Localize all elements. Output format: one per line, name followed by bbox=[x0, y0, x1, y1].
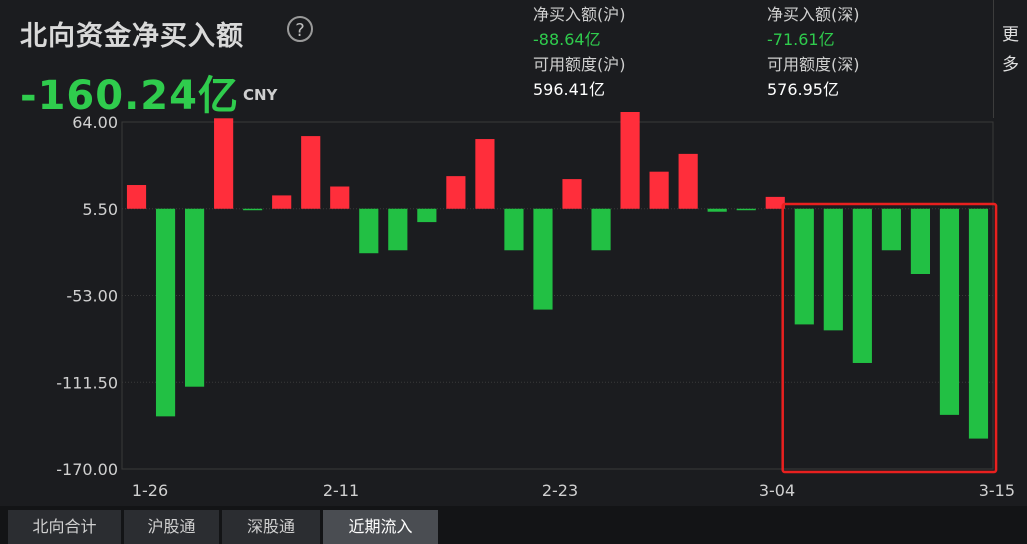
bar bbox=[910, 208, 930, 274]
bar bbox=[504, 208, 524, 251]
bar bbox=[301, 136, 321, 209]
bar bbox=[707, 208, 727, 212]
sz-net-label: 净买入额(深) bbox=[767, 5, 860, 24]
northbound-flow-chart: 64.00 5.50 -53.00 -111.50 -170.00 1-26 2-11 2-2… bbox=[56, 112, 1015, 500]
tab-northbound-total[interactable]: 北向合计 bbox=[8, 510, 121, 544]
x-tick-label: 3-15 bbox=[979, 481, 1015, 500]
bar bbox=[591, 208, 611, 251]
y-tick-label: 64.00 bbox=[72, 113, 118, 132]
bar bbox=[214, 118, 234, 209]
bar bbox=[155, 208, 176, 417]
sz-net-value: -71.61亿 bbox=[767, 30, 835, 49]
tab-shanghai-connect[interactable]: 沪股通 bbox=[124, 510, 219, 544]
y-tick-label: 5.50 bbox=[82, 200, 118, 219]
tab-shenzhen-connect[interactable]: 深股通 bbox=[222, 510, 320, 544]
bar bbox=[330, 186, 350, 209]
sh-net-label: 净买入额(沪) bbox=[533, 5, 626, 24]
bar bbox=[272, 195, 292, 209]
x-tick-label: 2-23 bbox=[542, 481, 578, 500]
tab-recent-inflow[interactable]: 近期流入 bbox=[323, 510, 438, 544]
help-icon[interactable]: ? bbox=[287, 16, 313, 42]
header: 北向资金净买入额 ? -160.24亿 CNY 净买入额(沪) -88.64亿 … bbox=[0, 0, 1027, 119]
bar bbox=[939, 208, 960, 415]
x-tick-label: 1-26 bbox=[132, 481, 168, 500]
bar bbox=[881, 208, 901, 251]
shenzhen-metrics: 净买入额(深) -71.61亿 可用额度(深) 576.95亿 bbox=[767, 2, 860, 102]
bar bbox=[417, 208, 437, 223]
sz-quota-value: 576.95亿 bbox=[767, 80, 839, 99]
bar bbox=[533, 208, 553, 310]
sh-net-value: -88.64亿 bbox=[533, 30, 601, 49]
x-tick-label: 3-04 bbox=[759, 481, 795, 500]
shanghai-metrics: 净买入额(沪) -88.64亿 可用额度(沪) 596.41亿 bbox=[533, 2, 626, 102]
y-tick-label: -53.00 bbox=[66, 287, 118, 306]
y-tick-label: -170.00 bbox=[56, 460, 118, 479]
bar bbox=[446, 176, 466, 209]
bar bbox=[475, 139, 495, 209]
x-tick-label: 2-11 bbox=[323, 481, 359, 500]
page-title: 北向资金净买入额 bbox=[20, 21, 244, 52]
bar bbox=[823, 208, 843, 331]
sh-quota-label: 可用额度(沪) bbox=[533, 55, 626, 74]
sz-quota-label: 可用额度(深) bbox=[767, 55, 860, 74]
bar bbox=[620, 112, 640, 209]
bar bbox=[185, 208, 205, 387]
bar bbox=[388, 208, 408, 251]
bar bbox=[126, 185, 147, 209]
bar bbox=[736, 208, 756, 211]
more-button[interactable]: 更 多 bbox=[993, 0, 1027, 118]
bar bbox=[243, 208, 263, 211]
bar bbox=[649, 171, 669, 209]
y-tick-label: -111.50 bbox=[56, 373, 118, 392]
bar bbox=[968, 208, 989, 439]
bar bbox=[359, 208, 379, 254]
bar bbox=[678, 153, 698, 209]
bar bbox=[794, 208, 814, 325]
bar bbox=[562, 179, 582, 209]
bar bbox=[852, 208, 872, 363]
currency-label: CNY bbox=[243, 86, 278, 104]
tab-bar: 北向合计 沪股通 深股通 近期流入 bbox=[0, 506, 1027, 544]
sh-quota-value: 596.41亿 bbox=[533, 80, 605, 99]
